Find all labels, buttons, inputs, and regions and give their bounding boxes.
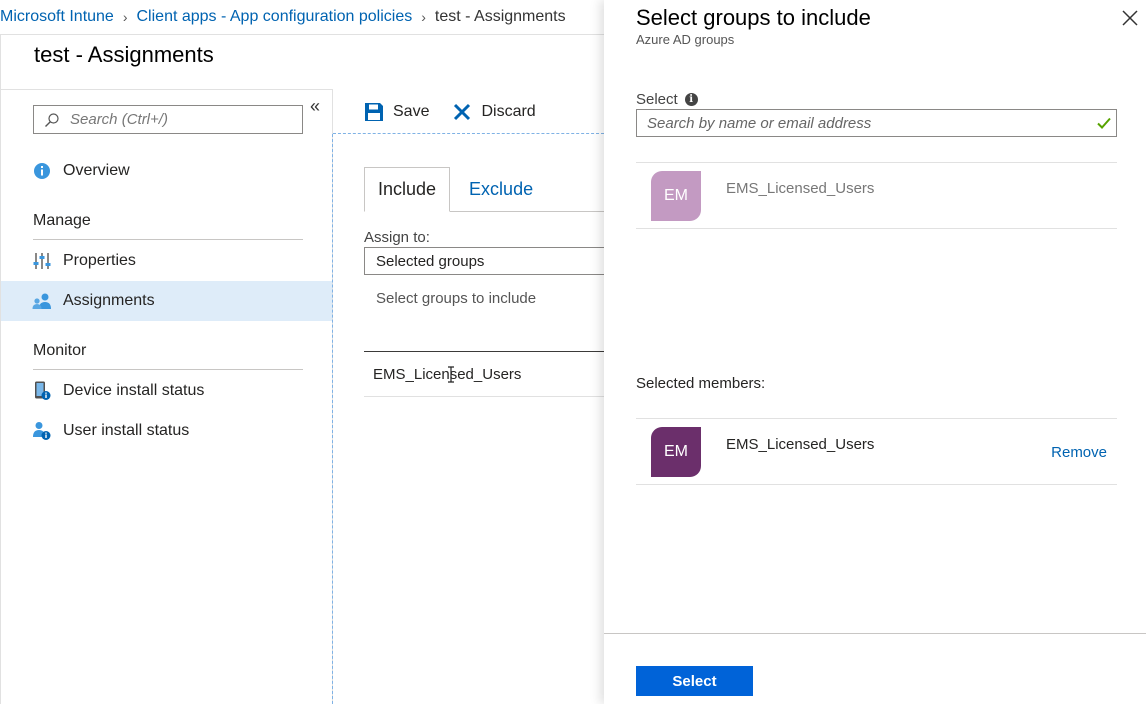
breadcrumb-current: test - Assignments: [434, 8, 566, 25]
panel-title: Select groups to include: [636, 5, 871, 30]
select-groups-link[interactable]: Select groups to include: [376, 290, 536, 307]
nav-search-box[interactable]: [33, 105, 303, 134]
page-title: test - Assignments: [34, 42, 214, 67]
avatar: EM: [651, 427, 701, 477]
discard-label: Discard: [481, 102, 536, 120]
nav-search-input[interactable]: [70, 111, 290, 128]
nav-item-label: Assignments: [63, 292, 155, 309]
breadcrumb: Microsoft Intune › Client apps - App con…: [0, 0, 566, 34]
search-result-item[interactable]: EM EMS_Licensed_Users: [636, 162, 1117, 229]
panel-footer-divider: [604, 633, 1146, 634]
select-button[interactable]: Select: [636, 666, 753, 696]
close-icon[interactable]: [1120, 8, 1140, 28]
page: Microsoft Intune › Client apps - App con…: [0, 0, 1146, 704]
checkmark-icon: [1097, 117, 1111, 129]
nav-item-label: Device install status: [63, 382, 205, 399]
remove-member-link[interactable]: Remove: [1051, 444, 1107, 461]
save-button[interactable]: Save: [363, 101, 429, 123]
selected-members-label: Selected members:: [636, 375, 766, 392]
group-search-input[interactable]: [647, 114, 1087, 132]
left-nav: « Overview Manage: [0, 89, 333, 704]
chevron-right-icon: ›: [122, 9, 128, 25]
blade-header: test - Assignments: [0, 34, 604, 90]
nav-item-user-install-status[interactable]: User install status: [1, 411, 332, 451]
chevron-right-icon: ›: [421, 9, 426, 25]
user-status-icon: [32, 421, 52, 441]
info-circle-icon: [32, 161, 52, 181]
info-icon[interactable]: i: [684, 93, 698, 106]
select-label-text: Select: [636, 91, 678, 108]
divider: [332, 134, 333, 704]
assign-to-label: Assign to:: [364, 229, 430, 246]
panel-subtitle: Azure AD groups: [636, 32, 735, 47]
device-status-icon: [32, 381, 52, 401]
nav-item-label: User install status: [63, 422, 190, 439]
sliders-icon: [32, 251, 52, 271]
users-icon: [32, 291, 52, 311]
save-icon: [363, 101, 385, 123]
breadcrumb-link-intune[interactable]: Microsoft Intune: [0, 8, 114, 26]
collapse-icon[interactable]: «: [310, 96, 320, 117]
section-header-manage: Manage: [33, 212, 303, 240]
result-name: EMS_Licensed_Users: [726, 180, 875, 197]
search-icon: [40, 106, 64, 133]
nav-item-properties[interactable]: Properties: [1, 241, 332, 281]
table-row[interactable]: EMS_Licensed_Users: [364, 352, 604, 397]
tab-include[interactable]: Include: [364, 167, 451, 212]
group-search-box[interactable]: [636, 109, 1117, 137]
assign-to-dropdown[interactable]: Selected groups: [364, 247, 604, 275]
nav-item-label: Properties: [63, 252, 136, 269]
select-field-label: Select i: [636, 91, 698, 108]
selected-member-item: EM EMS_Licensed_Users Remove: [636, 418, 1117, 485]
close-icon: [451, 101, 473, 123]
member-name: EMS_Licensed_Users: [726, 436, 875, 453]
nav-item-device-install-status[interactable]: Device install status: [1, 371, 332, 411]
tab-exclude[interactable]: Exclude: [456, 167, 546, 212]
command-bar: Save Discard: [333, 90, 604, 134]
avatar: EM: [651, 171, 701, 221]
tab-strip: Include Exclude: [364, 167, 604, 212]
breadcrumb-link-app-config[interactable]: Client apps - App configuration policies: [137, 8, 413, 26]
text-cursor-icon: [448, 366, 454, 383]
section-header-monitor: Monitor: [33, 342, 303, 370]
nav-item-assignments[interactable]: Assignments: [1, 281, 332, 321]
nav-item-overview[interactable]: Overview: [1, 151, 332, 191]
select-groups-panel: Select groups to include Azure AD groups…: [604, 0, 1146, 704]
discard-button[interactable]: Discard: [451, 101, 536, 123]
nav-item-label: Overview: [63, 162, 130, 179]
save-label: Save: [393, 102, 430, 120]
